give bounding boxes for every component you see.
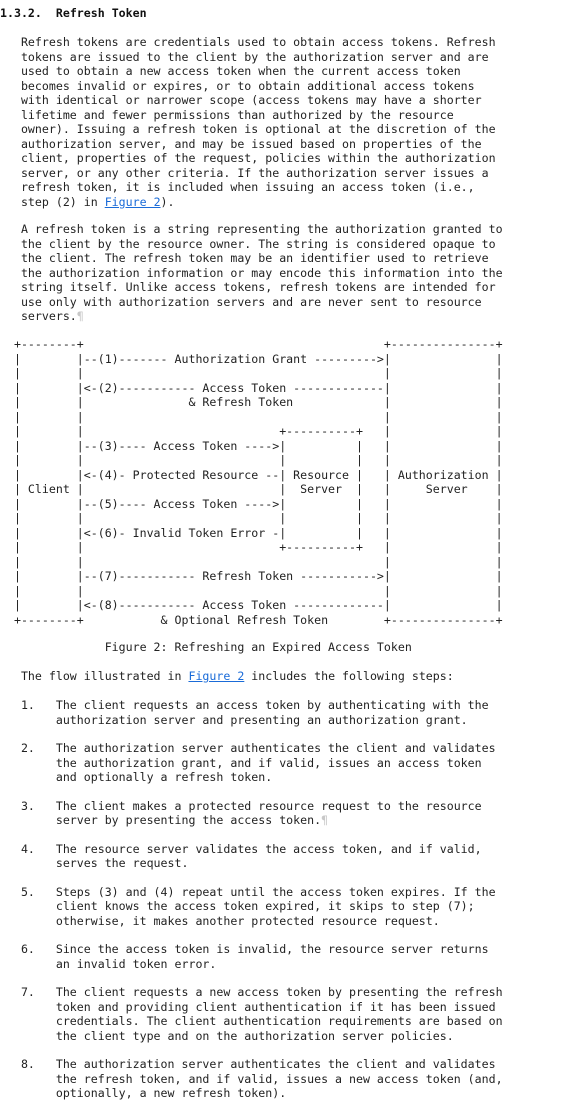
text-line: otherwise, it makes another protected re…: [0, 913, 440, 928]
diagram-line: | |--(1)------- Authorization Grant ----…: [0, 351, 503, 366]
text-line: 7. The client requests a new access toke…: [0, 985, 503, 999]
diagram-line: | | | | | |: [0, 453, 503, 467]
figure-caption: Figure 2: Refreshing an Expired Access T…: [0, 640, 412, 654]
text-fragment: server by presenting the access token.: [0, 813, 322, 827]
text-fragment: servers.: [0, 309, 77, 323]
diagram-line: | |<-(6)- Invalid Token Error -| | | |: [0, 525, 503, 540]
section-heading: 1.3.2. Refresh Token: [0, 6, 147, 21]
diagram-line: | | | |: [0, 366, 503, 380]
text-line: becomes invalid or expires, or to obtain…: [0, 78, 475, 93]
diagram-line: | | +----------+ | |: [0, 424, 503, 438]
text-fragment: The flow illustrated in: [0, 669, 189, 683]
text-line: authorization server and presenting an a…: [0, 712, 468, 727]
diagram-line: | | & Refresh Token | |: [0, 395, 503, 409]
diagram-line: | | | | | |: [0, 511, 503, 525]
text-line: 1. The client requests an access token b…: [0, 698, 489, 712]
text-line: 6. Since the access token is invalid, th…: [0, 942, 489, 956]
text-line: 2. The authorization server authenticate…: [0, 741, 496, 755]
text-line: the authorization information or may enc…: [0, 265, 503, 280]
text-line: optionally, a new refresh token).: [0, 1086, 287, 1100]
pilcrow-mark: ¶: [76, 309, 84, 323]
text-line: the client type and on the authorization…: [0, 1028, 454, 1043]
diagram-line: | | | |: [0, 409, 503, 424]
figure-2-link[interactable]: Figure 2: [188, 669, 244, 683]
text-line: token and providing client authenticatio…: [0, 999, 496, 1014]
text-line: refresh token, it is included when issui…: [0, 180, 475, 194]
section-title: Refresh Token: [55, 6, 147, 20]
text-line: server by presenting the access token.¶: [0, 813, 328, 828]
text-line: the client by the resource owner. The st…: [0, 236, 496, 251]
diagram-line: | |<-(4)- Protected Resource --| Resourc…: [0, 467, 503, 482]
text-line: the refresh token, and if valid, issues …: [0, 1071, 503, 1086]
text-fragment: ).: [160, 194, 175, 209]
text-line: 8. The authorization server authenticate…: [0, 1057, 496, 1071]
diagram-line: | | | |: [0, 583, 503, 598]
diagram-line: | | +----------+ | |: [0, 540, 503, 554]
diagram-line: | |<-(8)----------- Access Token -------…: [0, 598, 503, 612]
flow-intro: The flow illustrated in Figure 2 include…: [0, 669, 454, 684]
figure-2-link[interactable]: Figure 2: [105, 195, 161, 209]
text-line: A refresh token is a string representing…: [0, 222, 503, 236]
text-line: server, or any other criteria. If the au…: [0, 165, 489, 180]
pilcrow-mark: ¶: [321, 813, 329, 827]
text-line: servers.¶: [0, 309, 84, 324]
text-fragment: includes the following steps:: [244, 669, 454, 683]
text-line: tokens are issued to the client by the a…: [0, 49, 489, 64]
text-line: Refresh tokens are credentials used to o…: [0, 35, 496, 49]
text-line: client, properties of the request, polic…: [0, 151, 496, 165]
text-line: with identical or narrower scope (access…: [0, 93, 482, 107]
text-line: used to obtain a new access token when t…: [0, 64, 461, 78]
diagram-line: +--------+ & Optional Refresh Token +---…: [0, 612, 503, 627]
text-line: authorization server, and may be issued …: [0, 136, 482, 151]
text-line: serves the request.: [0, 856, 189, 870]
diagram-line: | | | |: [0, 554, 503, 569]
text-line: 4. The resource server validates the acc…: [0, 841, 482, 856]
diagram-line: | |<-(2)----------- Access Token -------…: [0, 380, 503, 395]
text-line: and optionally a refresh token.: [0, 770, 273, 784]
diagram-line: | Client | | Server | | Server |: [0, 482, 503, 496]
diagram-line: +--------+ +---------------+: [0, 337, 503, 351]
rfc-page: 1.3.2. Refresh Token Refresh tokens are …: [0, 0, 584, 1107]
text-line: step (2) in Figure 2).: [0, 195, 175, 210]
text-line: credentials. The client authentication r…: [0, 1014, 503, 1028]
text-line: the authorization grant, and if valid, i…: [0, 755, 482, 770]
diagram-line: | |--(3)---- Access Token ---->| | | |: [0, 438, 503, 453]
section-number: 1.3.2.: [0, 6, 42, 20]
text-line: an invalid token error.: [0, 956, 217, 971]
text-line: owner). Issuing a refresh token is optio…: [0, 122, 496, 136]
text-fragment: step (2) in: [0, 194, 105, 209]
text-line: lifetime and fewer permissions than auth…: [0, 107, 454, 122]
text-line: 3. The client makes a protected resource…: [0, 798, 482, 813]
text-line: string itself. Unlike access tokens, ref…: [0, 280, 496, 294]
diagram-line: | |--(7)----------- Refresh Token ------…: [0, 569, 503, 583]
diagram-line: | |--(5)---- Access Token ---->| | | |: [0, 496, 503, 511]
text-line: use only with authorization servers and …: [0, 294, 482, 309]
text-line: the client. The refresh token may be an …: [0, 251, 489, 265]
text-line: client knows the access token expired, i…: [0, 899, 475, 913]
text-line: 5. Steps (3) and (4) repeat until the ac…: [0, 884, 496, 899]
